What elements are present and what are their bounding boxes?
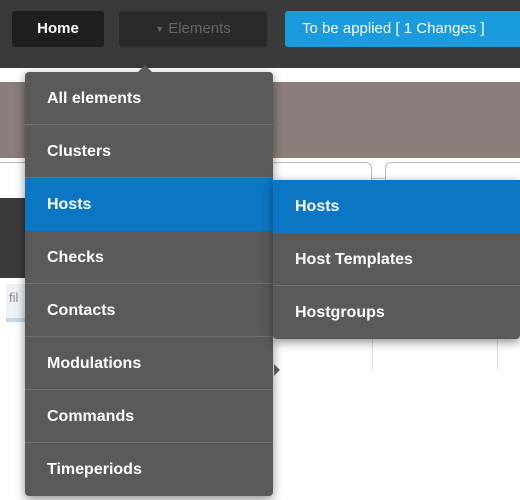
- menu-item-all-elements[interactable]: All elements: [25, 72, 273, 125]
- menu-item-hosts[interactable]: Hosts: [25, 178, 273, 231]
- submenu-item-label: Hostgroups: [295, 304, 385, 321]
- menu-item-timeperiods[interactable]: Timeperiods: [25, 443, 273, 496]
- top-navbar: Home ▼ Elements To be applied [ 1 Changes…: [0, 0, 520, 68]
- menu-item-label: Modulations: [47, 355, 142, 372]
- menu-item-label: Clusters: [47, 143, 112, 160]
- hosts-submenu: Hosts Host Templates Hostgroups: [273, 180, 520, 339]
- menu-item-label: Hosts: [47, 196, 92, 213]
- to-be-applied-label: To be applied [ 1 Changes ]: [302, 20, 485, 37]
- submenu-indicator-arrow: [274, 364, 280, 376]
- to-be-applied-button[interactable]: To be applied [ 1 Changes ]: [285, 11, 520, 47]
- menu-item-label: All elements: [47, 90, 142, 107]
- menu-item-label: Checks: [47, 249, 104, 266]
- menu-item-contacts[interactable]: Contacts: [25, 284, 273, 337]
- menu-item-modulations[interactable]: Modulations: [25, 337, 273, 390]
- submenu-item-host-templates[interactable]: Host Templates: [273, 233, 520, 286]
- menu-item-commands[interactable]: Commands: [25, 390, 273, 443]
- elements-menu: All elements Clusters Hosts Checks Conta…: [25, 65, 273, 496]
- caret-down-icon: ▼: [155, 24, 165, 34]
- submenu-item-hosts[interactable]: Hosts: [273, 180, 520, 233]
- menu-item-label: Timeperiods: [47, 461, 142, 478]
- submenu-item-hostgroups[interactable]: Hostgroups: [273, 286, 520, 339]
- filter-input-text: fil: [9, 290, 19, 305]
- elements-button-label: Elements: [168, 20, 231, 37]
- home-button[interactable]: Home: [12, 11, 104, 47]
- home-button-label: Home: [37, 20, 79, 37]
- menu-pointer-arrow: [138, 65, 152, 72]
- menu-item-label: Commands: [47, 408, 135, 425]
- elements-dropdown-button[interactable]: ▼ Elements: [119, 11, 267, 47]
- menu-item-checks[interactable]: Checks: [25, 231, 273, 284]
- menu-item-clusters[interactable]: Clusters: [25, 125, 273, 178]
- menu-item-label: Contacts: [47, 302, 116, 319]
- submenu-item-label: Host Templates: [295, 251, 413, 268]
- submenu-item-label: Hosts: [295, 198, 340, 215]
